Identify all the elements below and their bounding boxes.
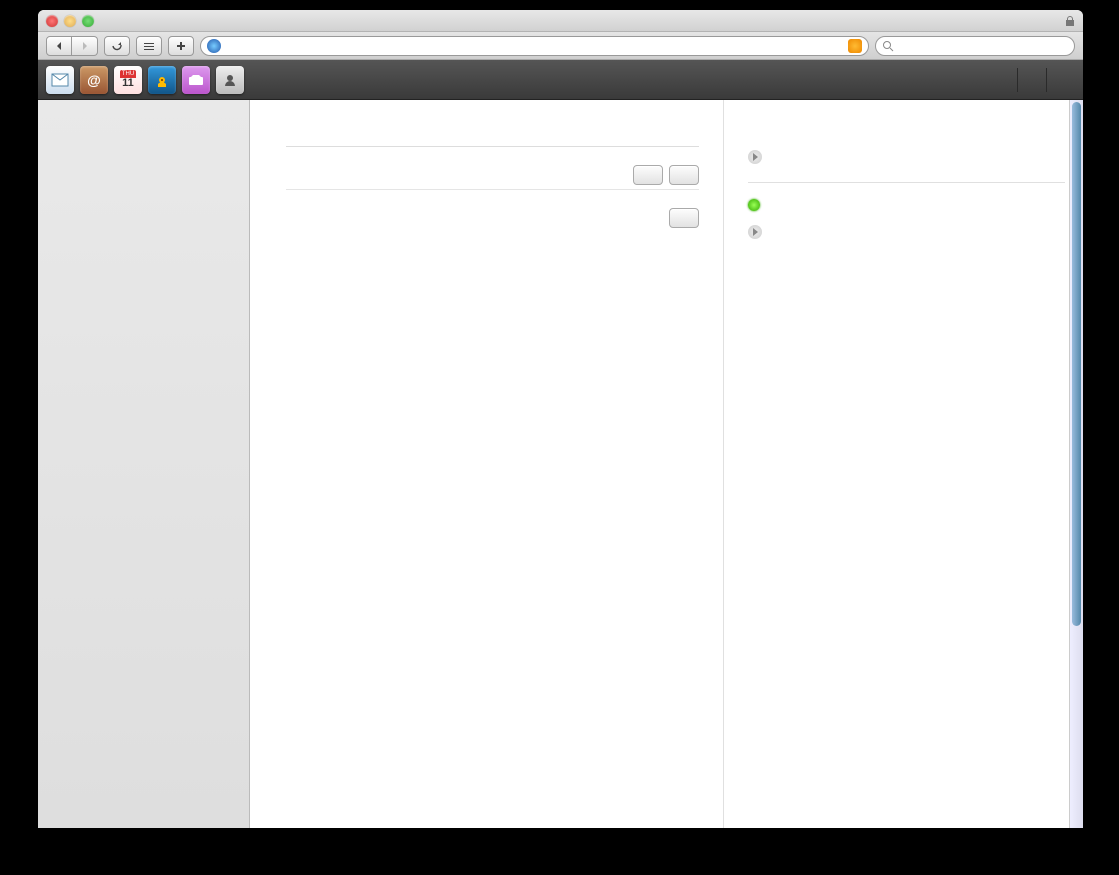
browser-window: @ THU11 — [38, 10, 1083, 828]
app-header: @ THU11 — [38, 60, 1083, 100]
address-bar[interactable] — [200, 36, 869, 56]
app-body — [38, 100, 1083, 828]
upgrade-button[interactable] — [669, 165, 699, 185]
bullet-icon — [748, 150, 762, 164]
site-icon — [207, 39, 221, 53]
forward-button[interactable] — [72, 36, 98, 56]
minimize-button[interactable] — [64, 15, 76, 27]
browser-toolbar — [38, 32, 1083, 60]
gallery-app-icon[interactable] — [148, 66, 176, 94]
right-column — [723, 100, 1083, 828]
titlebar — [38, 10, 1083, 32]
search-icon — [882, 40, 894, 52]
see-history-item — [748, 146, 1065, 168]
cert-indicator — [1061, 16, 1075, 26]
divider — [748, 182, 1065, 183]
news-link[interactable] — [1017, 68, 1046, 92]
search-field[interactable] — [875, 36, 1075, 56]
back-button[interactable] — [46, 36, 72, 56]
nav-buttons — [46, 36, 98, 56]
scroll-thumb[interactable] — [1072, 102, 1081, 626]
action-button[interactable] — [136, 36, 162, 56]
mail-app-icon[interactable] — [46, 66, 74, 94]
zoom-button[interactable] — [82, 15, 94, 27]
bullet-icon — [748, 225, 762, 239]
close-button[interactable] — [46, 15, 58, 27]
logout-link[interactable] — [1046, 68, 1075, 92]
sidebar — [38, 100, 250, 828]
contacts-app-icon[interactable]: @ — [80, 66, 108, 94]
storage-section — [286, 147, 699, 190]
scrollbar[interactable] — [1069, 100, 1083, 828]
window-controls — [46, 15, 94, 27]
status-text-row — [748, 197, 1065, 211]
more-info-item — [748, 221, 1065, 243]
idisk-app-icon[interactable] — [182, 66, 210, 94]
options-button[interactable] — [669, 208, 699, 228]
main-column — [250, 100, 723, 828]
lock-icon — [1065, 16, 1075, 26]
content-area — [250, 100, 1083, 828]
settings-button[interactable] — [633, 165, 663, 185]
status-led-icon — [748, 199, 760, 211]
add-button[interactable] — [168, 36, 194, 56]
rss-icon[interactable] — [848, 39, 862, 53]
renewal-notice — [286, 124, 699, 147]
reload-button[interactable] — [104, 36, 130, 56]
account-app-icon[interactable] — [216, 66, 244, 94]
calendar-app-icon[interactable]: THU11 — [114, 66, 142, 94]
account-details-section — [286, 190, 699, 238]
